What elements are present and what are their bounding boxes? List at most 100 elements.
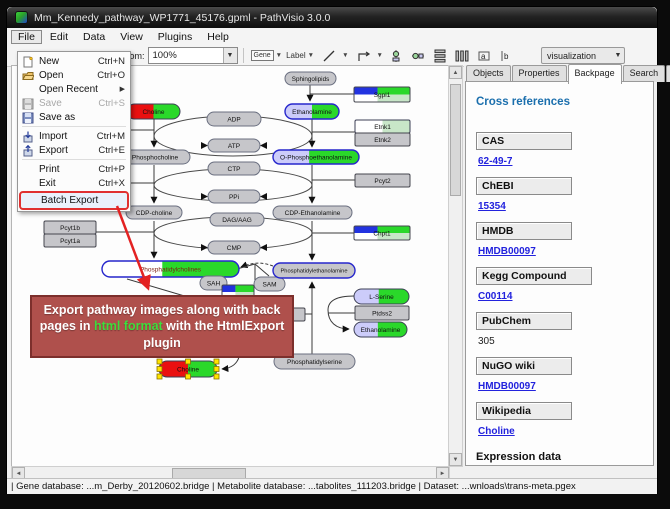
node-l-serine[interactable]: L-Serine xyxy=(354,289,409,304)
chevron-down-icon[interactable]: ▼ xyxy=(342,52,348,59)
node-label: L-Serine xyxy=(369,294,394,301)
tab-backpage[interactable]: Backpage xyxy=(568,64,622,84)
selection-handle[interactable] xyxy=(157,374,162,379)
line-icon xyxy=(322,49,336,63)
node-o-phosphoethanolamine[interactable]: O-Phosphoethanolamine xyxy=(273,150,359,164)
node-ethanolamine-top[interactable]: Ethanolamine xyxy=(285,104,339,119)
line-tool-button[interactable]: ▼ xyxy=(318,48,348,64)
node-cdp-ethanolamine[interactable]: CDP-Ethanolamine xyxy=(273,206,352,219)
node-cmp[interactable]: CMP xyxy=(208,241,260,254)
chevron-down-icon[interactable]: ▼ xyxy=(377,52,383,59)
crossref-link[interactable]: HMDB00097 xyxy=(478,381,653,392)
distribute-horizontal-icon[interactable] xyxy=(455,49,469,63)
tab-properties[interactable]: Properties xyxy=(512,65,567,82)
crossref-value: 305 xyxy=(478,336,653,347)
node-sam[interactable]: SAM xyxy=(254,277,285,291)
node-choline-selected[interactable]: Choline xyxy=(157,359,219,379)
zoom-value: 100% xyxy=(149,50,181,61)
crossref-header: Kegg Compound xyxy=(476,267,592,285)
chevron-down-icon[interactable]: ▼ xyxy=(223,48,237,63)
tab-objects[interactable]: Objects xyxy=(466,65,511,82)
chevron-down-icon[interactable]: ▼ xyxy=(276,52,282,59)
menu-item-shortcut: Ctrl+S xyxy=(92,98,125,109)
menu-item-shortcut: Ctrl+O xyxy=(91,70,125,81)
node-phosphatidylcholines[interactable]: Phosphatidylcholines xyxy=(102,261,239,277)
node-sphingolipids[interactable]: Sphingolipids xyxy=(285,72,336,85)
align-center-icon[interactable] xyxy=(389,49,403,63)
crossref-link[interactable]: 62-49-7 xyxy=(478,156,653,167)
label-tool-label: Label xyxy=(286,51,306,60)
chevron-down-icon[interactable]: ▼ xyxy=(308,52,314,59)
title-bar[interactable]: Mm_Kennedy_pathway_WP1771_45176.gpml - P… xyxy=(7,7,657,28)
menu-item-import[interactable]: ImportCtrl+M xyxy=(19,129,129,143)
menu-file[interactable]: File xyxy=(11,30,42,44)
node-choline-top[interactable]: Choline xyxy=(127,104,180,119)
menu-item-print[interactable]: PrintCtrl+P xyxy=(19,162,129,176)
menu-item-shortcut: Ctrl+M xyxy=(91,131,125,142)
cross-references-heading: Cross references xyxy=(476,96,653,108)
menu-edit[interactable]: Edit xyxy=(43,30,75,44)
app-icon xyxy=(15,11,28,24)
align-middle-icon[interactable] xyxy=(411,49,425,63)
connector-tool-button[interactable]: ▼ xyxy=(353,48,383,64)
node-ctp[interactable]: CTP xyxy=(208,162,260,175)
node-ethanolamine-bottom[interactable]: Ethanolamine xyxy=(354,322,407,337)
add-datanode-button[interactable]: Gene ▼ xyxy=(251,48,283,64)
menu-item-label: Save xyxy=(39,98,62,109)
scroll-up-icon[interactable]: ▲ xyxy=(449,66,462,79)
common-width-icon[interactable]: a xyxy=(477,49,491,63)
menu-help[interactable]: Help xyxy=(200,30,236,44)
node-atp[interactable]: ATP xyxy=(208,139,260,152)
node-cdp-choline[interactable]: CDP-choline xyxy=(126,206,182,219)
menu-item-exit[interactable]: ExitCtrl+X xyxy=(19,176,129,190)
node-label: O-Phosphoethanolamine xyxy=(280,154,352,161)
menu-item-save-as[interactable]: Save as xyxy=(19,110,129,124)
node-phosphatidylethanolamine[interactable]: Phosphatidylethanolamine xyxy=(273,263,355,278)
node-pcyt1a[interactable]: Pcyt1a xyxy=(44,234,96,247)
scroll-down-icon[interactable]: ▼ xyxy=(449,453,462,466)
crossref-link[interactable]: 15354 xyxy=(478,201,653,212)
menu-item-open[interactable]: OpenCtrl+O xyxy=(19,68,129,82)
node-etnk2[interactable]: Etnk2 xyxy=(355,133,410,146)
menu-item-label: New xyxy=(39,56,59,67)
node-pcyt1b[interactable]: Pcyt1b xyxy=(44,221,96,234)
selection-handle[interactable] xyxy=(186,359,191,364)
node-adp[interactable]: ADP xyxy=(207,112,261,126)
node-chpt1[interactable]: Chpt1 xyxy=(354,226,410,240)
menu-item-save[interactable]: Save Ctrl+S xyxy=(19,96,129,110)
common-height-icon[interactable]: b xyxy=(499,49,513,63)
node-pcyt2[interactable]: Pcyt2 xyxy=(355,174,410,187)
selection-handle[interactable] xyxy=(186,374,191,379)
node-sgpl1[interactable]: Sgpl1 xyxy=(354,87,410,102)
chevron-down-icon[interactable]: ▼ xyxy=(612,52,624,59)
crossref-section-hmdb: HMDBHMDB00097 xyxy=(476,222,653,257)
canvas-vertical-scrollbar[interactable]: ▲ ▼ xyxy=(448,65,463,467)
selection-handle[interactable] xyxy=(157,359,162,364)
selection-handle[interactable] xyxy=(157,367,162,372)
crossref-link[interactable]: HMDB00097 xyxy=(478,246,653,257)
crossref-link[interactable]: Choline xyxy=(478,426,653,437)
menu-view[interactable]: View xyxy=(113,30,150,44)
visualization-combobox[interactable]: visualization ▼ xyxy=(541,47,625,64)
tab-search[interactable]: Search xyxy=(623,65,666,82)
menu-item-new[interactable]: NewCtrl+N xyxy=(19,54,129,68)
menu-plugins[interactable]: Plugins xyxy=(151,30,199,44)
crossref-link[interactable]: C00114 xyxy=(478,291,653,302)
zoom-combobox[interactable]: 100% ▼ xyxy=(148,47,238,64)
selection-handle[interactable] xyxy=(214,374,219,379)
add-label-button[interactable]: Label ▼ xyxy=(286,48,314,64)
node-dag-aag[interactable]: DAG/AAG xyxy=(210,213,264,226)
menu-data[interactable]: Data xyxy=(76,30,112,44)
vertical-scroll-thumb[interactable] xyxy=(450,84,461,196)
distribute-vertical-icon[interactable] xyxy=(433,49,447,63)
node-ptdss2[interactable]: Ptdss2 xyxy=(355,306,409,320)
selection-handle[interactable] xyxy=(214,359,219,364)
node-ppi[interactable]: PPi xyxy=(208,190,260,203)
menu-item-batch-export[interactable]: Batch Export xyxy=(21,193,127,208)
arrowhead-icon xyxy=(201,244,208,251)
selection-handle[interactable] xyxy=(214,367,219,372)
tab-legend[interactable]: Legend xyxy=(666,65,670,82)
menu-item-open-recent[interactable]: Open Recent▶ xyxy=(19,82,129,96)
menu-item-export[interactable]: ExportCtrl+E xyxy=(19,143,129,157)
node-etnk1[interactable]: Etnk1 xyxy=(355,120,410,133)
